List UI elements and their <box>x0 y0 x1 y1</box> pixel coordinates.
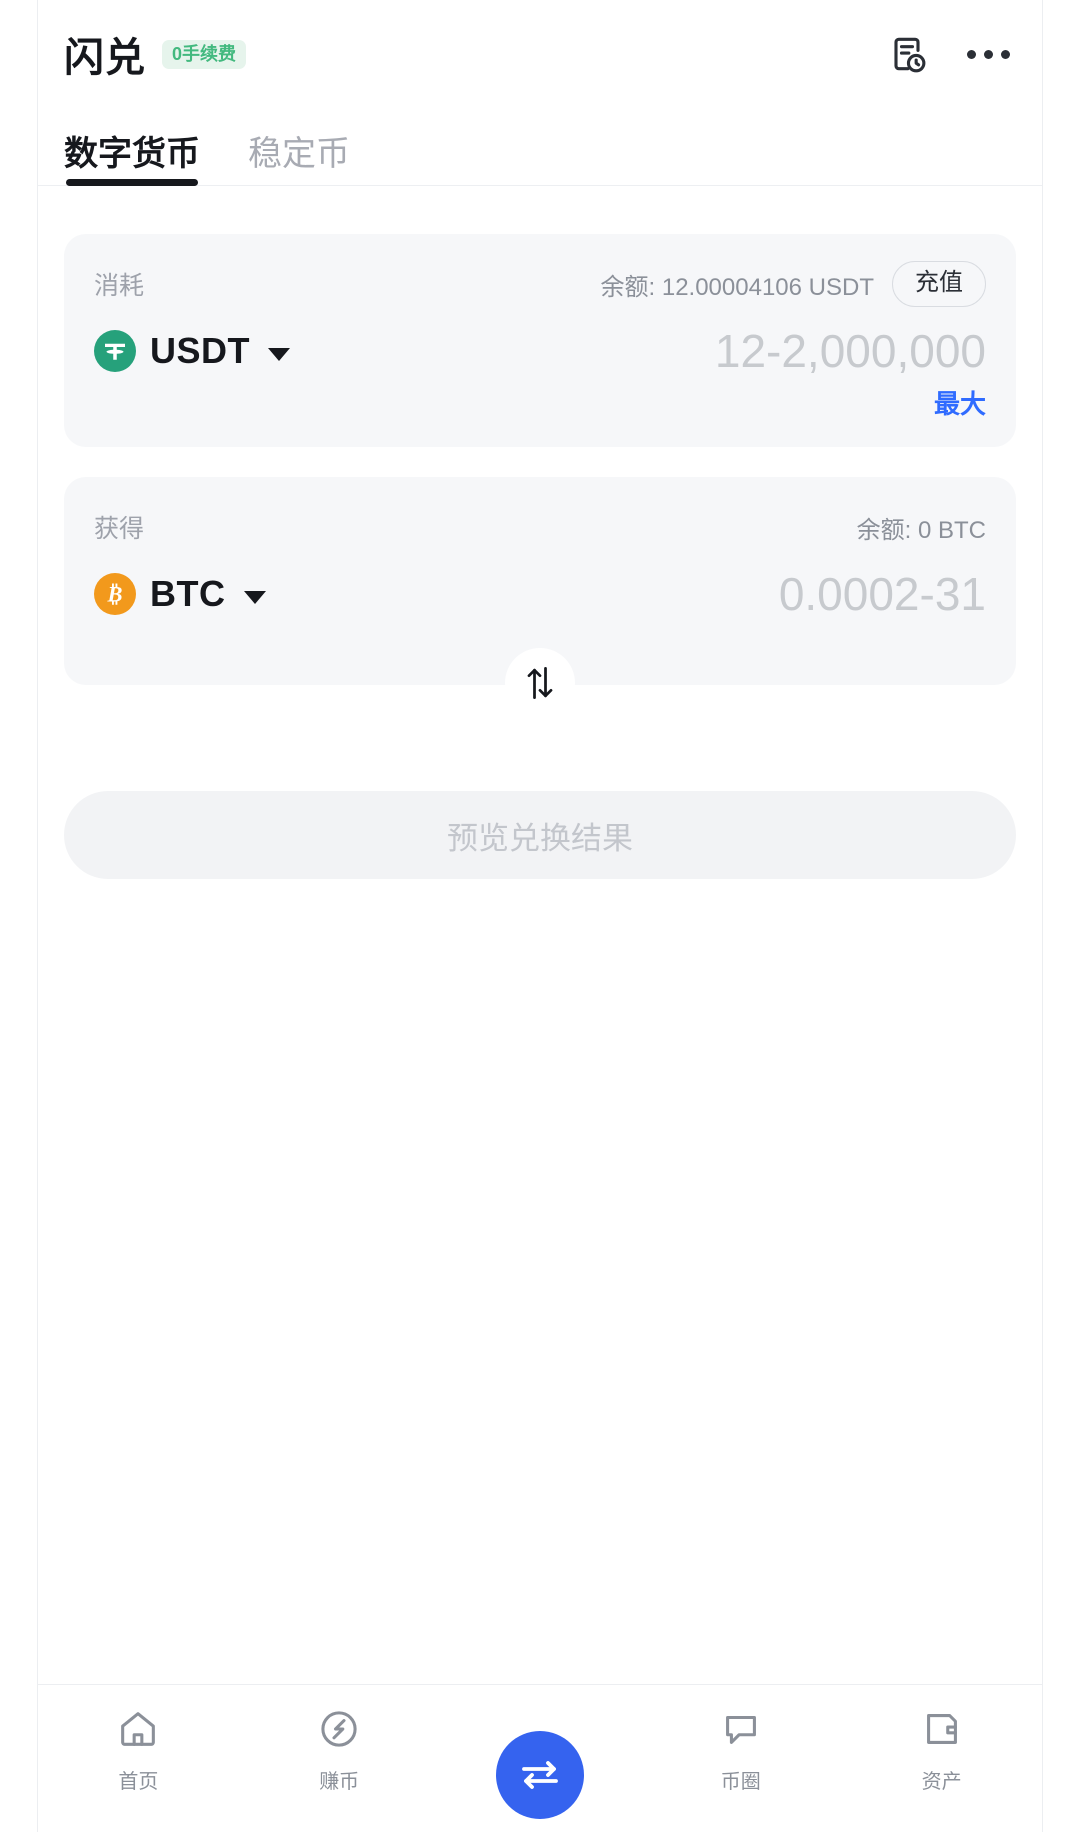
to-label: 获得 <box>94 509 144 545</box>
topup-button[interactable]: 充值 <box>892 261 986 307</box>
page-edge-right <box>1042 0 1080 1832</box>
from-balance-group: 余额: 12.00004106 USDT 充值 <box>601 261 986 307</box>
from-coin-name: USDT <box>150 330 250 372</box>
from-amount-input[interactable] <box>310 324 986 378</box>
earn-coin-icon <box>316 1703 362 1755</box>
from-coin-selector[interactable]: USDT <box>94 330 290 372</box>
community-chat-icon <box>718 1703 764 1755</box>
chevron-down-icon <box>244 591 266 604</box>
nav-label-assets: 资产 <box>922 1765 962 1794</box>
more-dots-icon[interactable] <box>965 42 1012 67</box>
max-amount-button[interactable]: 最大 <box>934 384 986 421</box>
from-card-header: 消耗 余额: 12.00004106 USDT 充值 <box>94 262 986 306</box>
nav-item-trade[interactable]: 交易 <box>440 1703 641 1804</box>
assets-wallet-icon <box>919 1703 965 1755</box>
from-label: 消耗 <box>94 266 144 302</box>
home-icon <box>115 1703 161 1755</box>
to-input-row: B BTC <box>94 567 986 621</box>
preview-swap-button[interactable]: 预览兑换结果 <box>64 791 1016 879</box>
app-screen: 闪兑 0手续费 数字货币 稳定币 <box>38 0 1042 1832</box>
nav-label-community: 币圈 <box>721 1765 761 1794</box>
phone-screenshot: 闪兑 0手续费 数字货币 稳定币 <box>0 0 1080 1832</box>
to-amount-input[interactable] <box>286 567 987 621</box>
nav-label-earn: 赚币 <box>319 1765 359 1794</box>
title-group: 闪兑 0手续费 <box>64 25 246 83</box>
to-coin-selector[interactable]: B BTC <box>94 573 266 615</box>
nav-item-home[interactable]: 首页 <box>38 1703 239 1794</box>
tab-stablecoin[interactable]: 稳定币 <box>248 137 350 185</box>
tab-crypto[interactable]: 数字货币 <box>64 137 200 185</box>
from-input-row: USDT <box>94 324 986 378</box>
order-history-icon[interactable] <box>885 32 929 76</box>
trade-swap-icon <box>496 1731 584 1819</box>
to-card-header: 获得 余额: 0 BTC <box>94 505 986 549</box>
nav-item-earn[interactable]: 赚币 <box>239 1703 440 1794</box>
usdt-coin-icon <box>94 330 136 372</box>
from-balance: 余额: 12.00004106 USDT <box>601 267 874 302</box>
header-actions <box>885 32 1012 76</box>
to-coin-name: BTC <box>150 573 226 615</box>
nav-label-home: 首页 <box>118 1765 158 1794</box>
swap-form: 消耗 余额: 12.00004106 USDT 充值 <box>38 234 1042 685</box>
to-balance: 余额: 0 BTC <box>857 510 986 545</box>
chevron-down-icon <box>268 348 290 361</box>
bottom-navigation: 首页 赚币 <box>38 1684 1042 1832</box>
page-header: 闪兑 0手续费 <box>38 0 1042 108</box>
page-title: 闪兑 <box>64 25 146 83</box>
page-edge-left <box>0 0 38 1832</box>
nav-item-assets[interactable]: 资产 <box>841 1703 1042 1794</box>
svg-text:B: B <box>106 582 122 607</box>
from-card: 消耗 余额: 12.00004106 USDT 充值 <box>64 234 1016 447</box>
zero-fee-badge: 0手续费 <box>162 40 246 69</box>
tab-bar: 数字货币 稳定币 <box>38 108 1042 186</box>
btc-coin-icon: B <box>94 573 136 615</box>
swap-direction-button[interactable] <box>505 648 575 718</box>
from-max-row: 最大 <box>94 384 986 421</box>
nav-item-community[interactable]: 币圈 <box>640 1703 841 1794</box>
